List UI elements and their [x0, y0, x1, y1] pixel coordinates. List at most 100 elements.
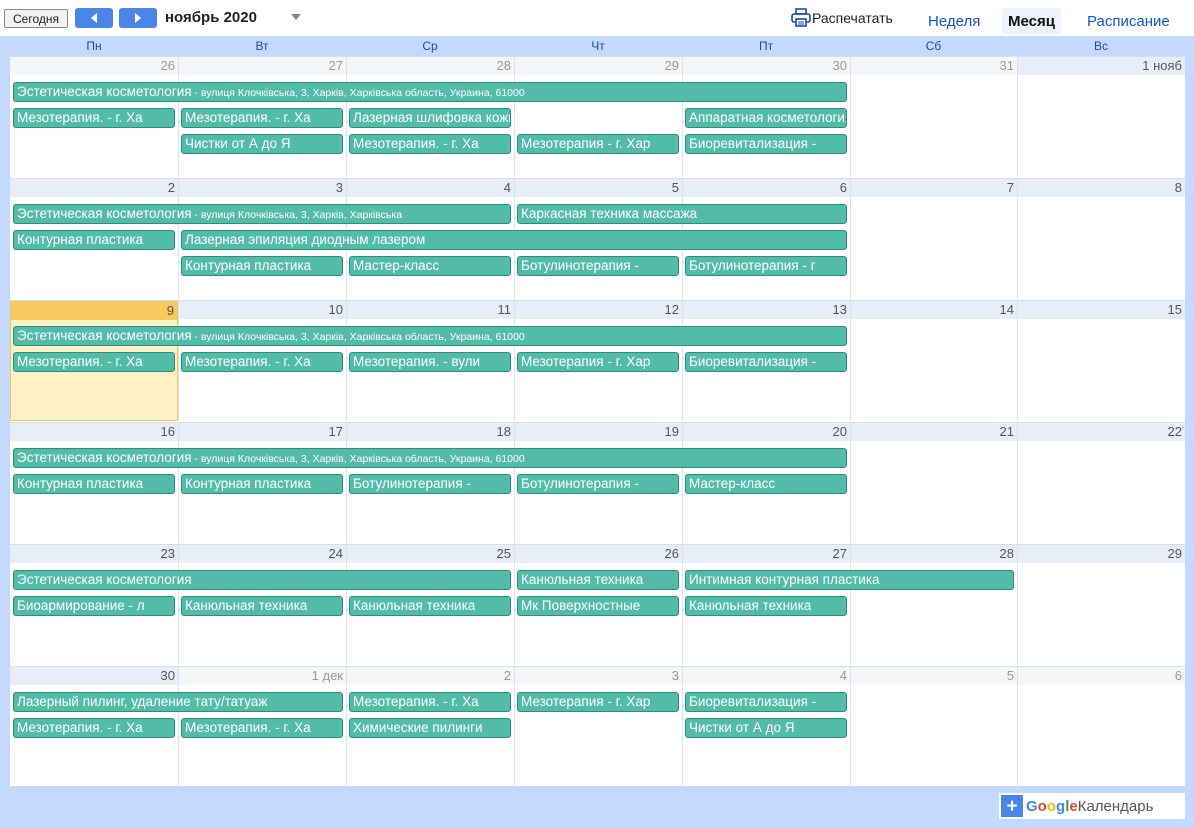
- calendar-event[interactable]: Эстетическая косметология - вулиця Клочк…: [13, 326, 847, 346]
- calendar-event[interactable]: Ботулинотерапия -: [517, 256, 679, 276]
- day-number[interactable]: 30: [10, 667, 178, 685]
- calendar-event[interactable]: Чистки от А до Я: [685, 718, 847, 738]
- calendar-event[interactable]: Мезотерапия. - вули: [349, 352, 511, 372]
- calendar-event[interactable]: Ботулинотерапия - г: [685, 256, 847, 276]
- day-number[interactable]: 10: [179, 301, 346, 319]
- previous-month-button[interactable]: [75, 8, 113, 28]
- calendar-event[interactable]: Мастер-класс: [349, 256, 511, 276]
- chevron-down-icon[interactable]: [290, 13, 302, 21]
- day-number[interactable]: 29: [515, 57, 682, 75]
- calendar-event[interactable]: Чистки от А до Я: [181, 134, 343, 154]
- day-number[interactable]: 5: [851, 667, 1017, 685]
- calendar-event[interactable]: Канюльная техника: [517, 570, 679, 590]
- day-cell[interactable]: 21: [850, 423, 1017, 543]
- calendar-event[interactable]: Мезотерапия. - г. Ха: [181, 718, 343, 738]
- calendar-event[interactable]: Биоармирование - л: [13, 596, 175, 616]
- day-number[interactable]: 28: [347, 57, 514, 75]
- day-cell[interactable]: 6: [1017, 667, 1185, 787]
- calendar-event[interactable]: Мезотерапия. - г. Ха: [13, 352, 175, 372]
- day-number[interactable]: 24: [179, 545, 346, 563]
- calendar-event[interactable]: Каркасная техника массажа: [517, 204, 847, 224]
- calendar-event[interactable]: Лазерная шлифовка кожи, постакне, руб: [349, 108, 511, 128]
- calendar-event[interactable]: Контурная пластика: [13, 230, 175, 250]
- calendar-event[interactable]: Интимная контурная пластика: [685, 570, 1014, 590]
- day-number[interactable]: 5: [515, 179, 682, 197]
- day-number[interactable]: 1 дек: [179, 667, 346, 685]
- day-number[interactable]: 12: [515, 301, 682, 319]
- day-cell[interactable]: 29: [514, 57, 682, 177]
- calendar-event[interactable]: Мезотерапия - г. Хар: [517, 692, 679, 712]
- day-cell[interactable]: 5: [850, 667, 1017, 787]
- day-number[interactable]: 14: [851, 301, 1017, 319]
- calendar-event[interactable]: Биоревитализация -: [685, 352, 847, 372]
- day-number[interactable]: 21: [851, 423, 1017, 441]
- day-number[interactable]: 2: [347, 667, 514, 685]
- day-cell[interactable]: 15: [1017, 301, 1185, 421]
- calendar-event[interactable]: Эстетическая косметология - вулиця Клочк…: [13, 82, 847, 102]
- day-cell[interactable]: 28: [850, 545, 1017, 665]
- day-cell[interactable]: 8: [1017, 179, 1185, 299]
- day-number[interactable]: 9: [11, 302, 177, 320]
- today-button[interactable]: Сегодня: [4, 9, 68, 28]
- calendar-event[interactable]: Лазерная эпиляция диодным лазером: [181, 230, 847, 250]
- day-number[interactable]: 7: [851, 179, 1017, 197]
- calendar-event[interactable]: Аппаратная косметология: [685, 108, 847, 128]
- calendar-event[interactable]: Мастер-класс: [685, 474, 847, 494]
- google-calendar-link[interactable]: + Google Календарь: [999, 793, 1185, 819]
- day-number[interactable]: 1 нояб: [1018, 57, 1185, 75]
- day-number[interactable]: 4: [683, 667, 850, 685]
- day-number[interactable]: 3: [179, 179, 346, 197]
- calendar-event[interactable]: Лазерный пилинг, удаление тату/татуаж: [13, 692, 343, 712]
- day-number[interactable]: 22: [1018, 423, 1185, 441]
- day-number[interactable]: 19: [515, 423, 682, 441]
- day-number[interactable]: 15: [1018, 301, 1185, 319]
- day-number[interactable]: 6: [683, 179, 850, 197]
- calendar-event[interactable]: Химические пилинги: [349, 718, 511, 738]
- day-number[interactable]: 3: [515, 667, 682, 685]
- day-cell[interactable]: 7: [850, 179, 1017, 299]
- day-number[interactable]: 26: [10, 57, 178, 75]
- day-number[interactable]: 20: [683, 423, 850, 441]
- day-cell[interactable]: 22: [1017, 423, 1185, 543]
- calendar-event[interactable]: Мезотерапия. - г. Ха: [13, 718, 175, 738]
- day-cell[interactable]: 29: [1017, 545, 1185, 665]
- calendar-event[interactable]: Ботулинотерапия -: [349, 474, 511, 494]
- month-title[interactable]: ноябрь 2020: [165, 9, 257, 26]
- calendar-event[interactable]: Контурная пластика: [13, 474, 175, 494]
- day-number[interactable]: 18: [347, 423, 514, 441]
- calendar-event[interactable]: Контурная пластика: [181, 474, 343, 494]
- day-number[interactable]: 27: [179, 57, 346, 75]
- calendar-event[interactable]: Мезотерапия. - г. Ха: [181, 108, 343, 128]
- day-number[interactable]: 30: [683, 57, 850, 75]
- calendar-event[interactable]: Биоревитализация -: [685, 692, 847, 712]
- day-number[interactable]: 17: [179, 423, 346, 441]
- calendar-event[interactable]: Канюльная техника: [349, 596, 511, 616]
- day-number[interactable]: 23: [10, 545, 178, 563]
- calendar-event[interactable]: Мезотерапия. - г. Ха: [349, 692, 511, 712]
- calendar-event[interactable]: Канюльная техника: [181, 596, 343, 616]
- day-number[interactable]: 31: [851, 57, 1017, 75]
- calendar-event[interactable]: Мезотерапия - г. Хар: [517, 352, 679, 372]
- day-number[interactable]: 8: [1018, 179, 1185, 197]
- print-button[interactable]: Распечатать: [791, 8, 893, 27]
- day-cell[interactable]: 1 нояб: [1017, 57, 1185, 177]
- calendar-event[interactable]: Эстетическая косметология - вулиця Клочк…: [13, 448, 847, 468]
- day-number[interactable]: 27: [683, 545, 850, 563]
- day-number[interactable]: 4: [347, 179, 514, 197]
- tab-week[interactable]: Неделя: [922, 8, 986, 34]
- day-cell[interactable]: 31: [850, 57, 1017, 177]
- day-number[interactable]: 6: [1018, 667, 1185, 685]
- day-number[interactable]: 13: [683, 301, 850, 319]
- calendar-event[interactable]: Мк Поверхностные: [517, 596, 679, 616]
- day-number[interactable]: 2: [10, 179, 178, 197]
- calendar-event[interactable]: Эстетическая косметология: [13, 570, 511, 590]
- tab-agenda[interactable]: Расписание: [1081, 8, 1176, 34]
- calendar-event[interactable]: Мезотерапия - г. Хар: [517, 134, 679, 154]
- day-number[interactable]: 26: [515, 545, 682, 563]
- calendar-event[interactable]: Мезотерапия. - г. Ха: [181, 352, 343, 372]
- day-number[interactable]: 28: [851, 545, 1017, 563]
- day-cell[interactable]: 3: [514, 667, 682, 787]
- calendar-event[interactable]: Канюльная техника: [685, 596, 847, 616]
- day-cell[interactable]: 14: [850, 301, 1017, 421]
- day-number[interactable]: 29: [1018, 545, 1185, 563]
